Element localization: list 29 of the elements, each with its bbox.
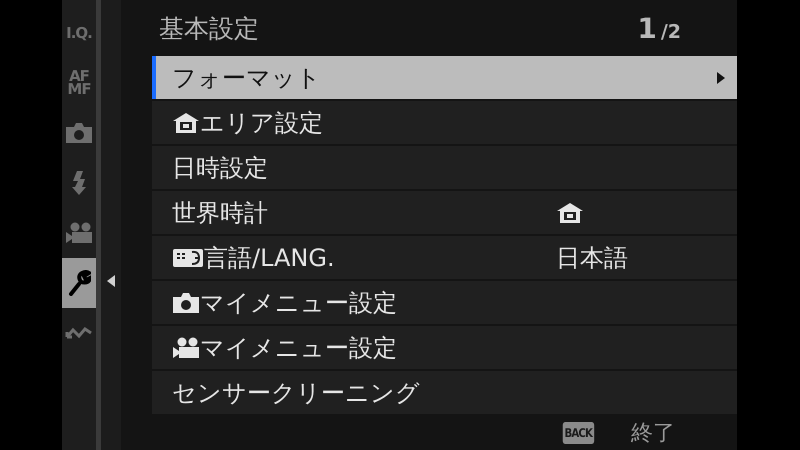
menu-item[interactable]: エリア設定 — [152, 101, 737, 144]
wave-icon — [65, 326, 93, 340]
tab-label: MF — [67, 83, 91, 96]
left-triangle-icon — [107, 275, 115, 287]
caret-icon — [717, 72, 725, 84]
language-icon — [172, 246, 204, 268]
home-icon — [172, 112, 200, 134]
menu-item[interactable]: フォーマット — [152, 56, 737, 99]
flash-icon — [71, 171, 87, 195]
setting-value: 日本語 — [556, 242, 628, 274]
tab-label: I.Q. — [66, 26, 92, 40]
camera-icon — [65, 122, 93, 144]
menu-item[interactable]: マイメニュー設定 — [152, 326, 737, 369]
menu-item[interactable]: 言語/LANG. 日本語 — [152, 236, 737, 279]
camera-icon — [172, 292, 200, 314]
back-key: BACK — [563, 422, 594, 444]
tab-label: AF — [69, 70, 89, 83]
exit-label: 終了 — [631, 420, 675, 448]
menu-title: 基本設定 — [159, 12, 259, 44]
movie-camera-icon — [172, 336, 200, 358]
menu-item[interactable]: センサークリーニング — [152, 371, 737, 414]
menu-tab[interactable] — [62, 258, 96, 308]
menu-item[interactable]: 世界時計 — [152, 191, 737, 234]
home-icon — [556, 202, 584, 224]
page-number: 1/2 — [637, 12, 681, 44]
menu-item[interactable]: マイメニュー設定 — [152, 281, 737, 324]
wrench-icon — [67, 270, 91, 296]
movie-camera-icon — [65, 222, 93, 244]
menu-item[interactable]: 日時設定 — [152, 146, 737, 189]
